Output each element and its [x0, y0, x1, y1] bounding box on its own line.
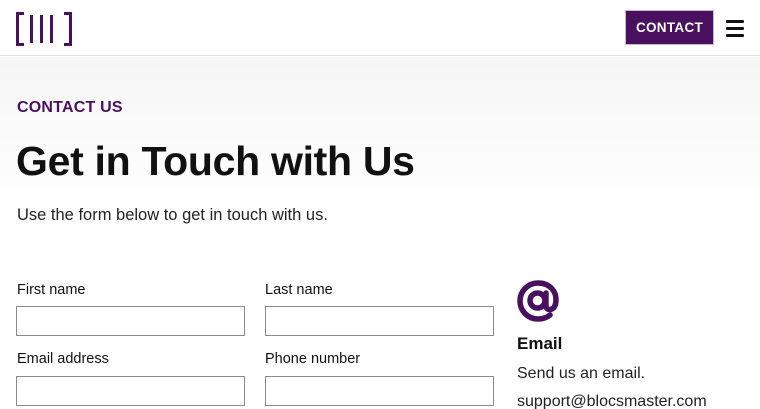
email-field[interactable]: [16, 376, 245, 406]
last-name-field[interactable]: [265, 306, 494, 336]
navbar: CONTACT: [0, 0, 760, 56]
section-eyebrow: CONTACT US: [17, 99, 123, 116]
email-info-text: Send us an email.: [517, 365, 646, 382]
phone-label: Phone number: [265, 351, 361, 367]
phone-field[interactable]: [265, 376, 494, 406]
page-subtitle: Use the form below to get in touch with …: [17, 206, 328, 224]
first-name-label: First name: [17, 282, 86, 298]
hamburger-menu-icon[interactable]: [726, 20, 744, 37]
support-email-link[interactable]: support@blocsmaster.com: [517, 393, 707, 409]
email-info-heading: Email: [517, 334, 563, 353]
page-title: Get in Touch with Us: [16, 138, 415, 184]
email-label: Email address: [17, 351, 109, 367]
last-name-label: Last name: [265, 282, 333, 298]
first-name-field[interactable]: [16, 306, 245, 336]
at-sign-icon: [517, 280, 559, 322]
contact-button[interactable]: CONTACT: [625, 10, 714, 45]
barcode-logo-icon[interactable]: [16, 12, 72, 46]
